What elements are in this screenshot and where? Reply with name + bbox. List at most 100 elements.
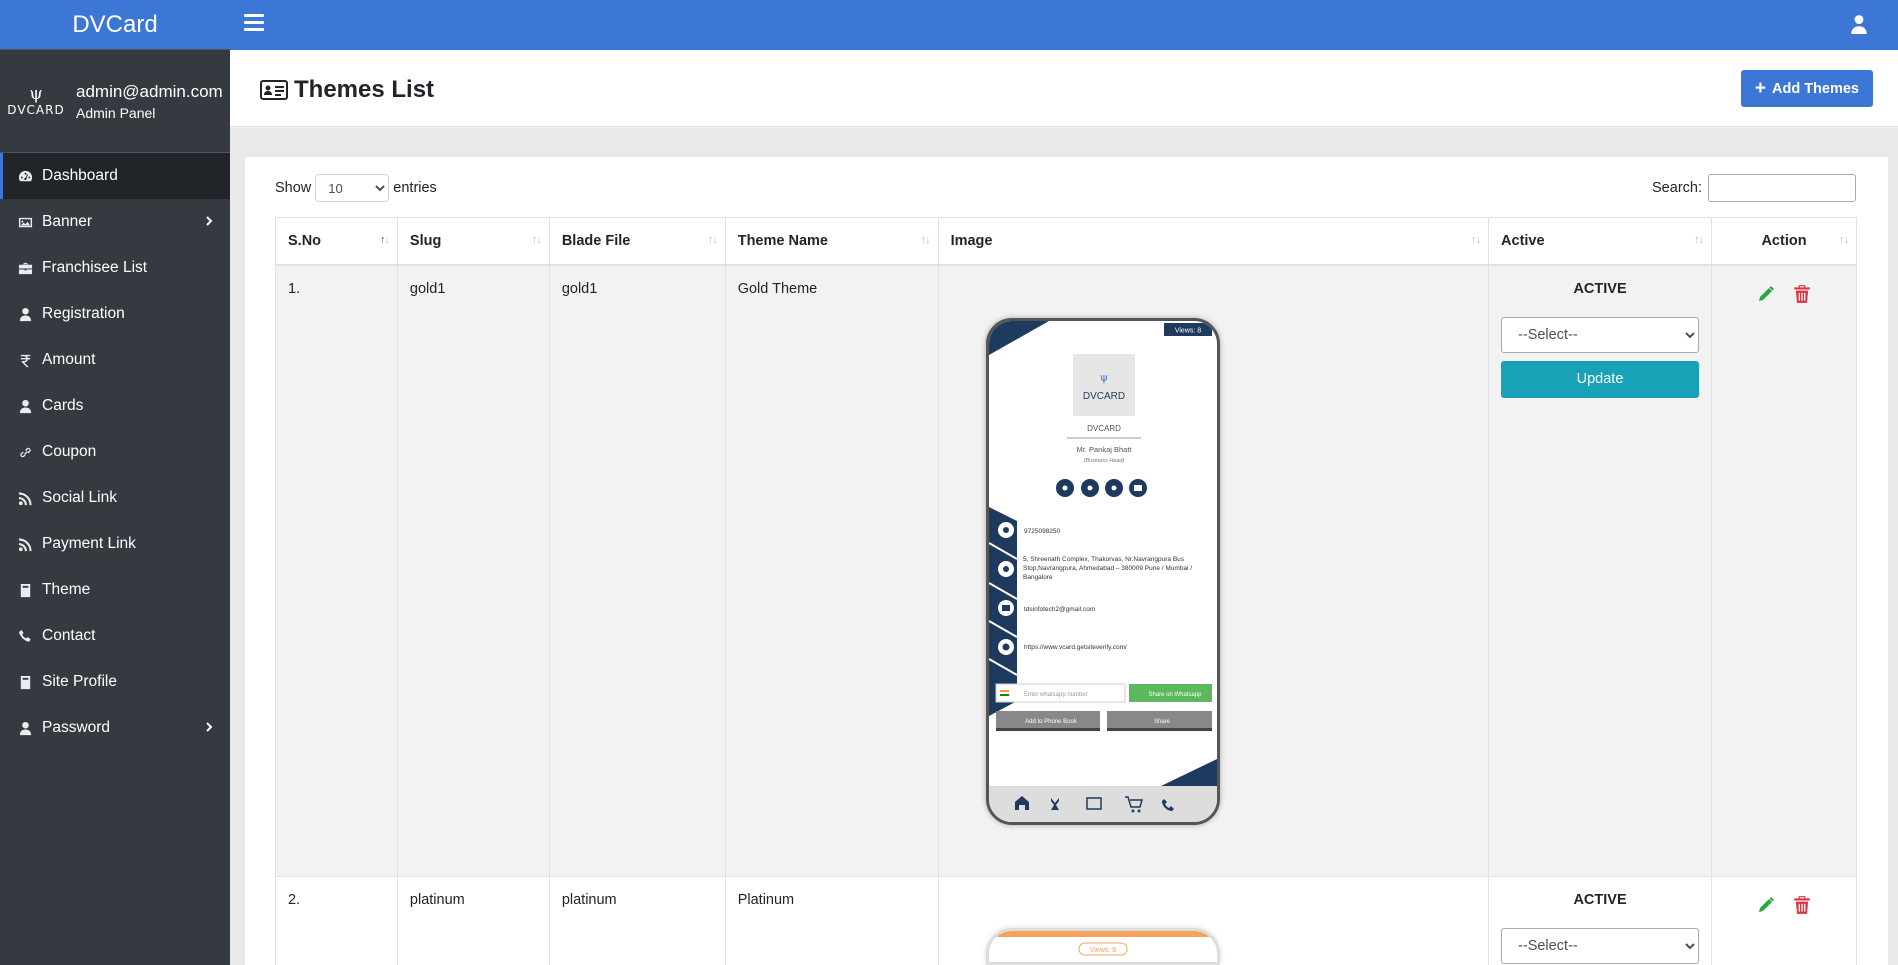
- brand-logo[interactable]: DVCard: [0, 0, 230, 50]
- sidebar-item-cards[interactable]: Cards: [0, 383, 230, 429]
- column-header-action[interactable]: Action ↑↓: [1711, 217, 1857, 266]
- phone-icon: [18, 629, 42, 644]
- show-label: Show: [275, 180, 312, 196]
- column-header-active[interactable]: Active ↑↓: [1488, 217, 1713, 266]
- edit-pencil-icon[interactable]: [1757, 895, 1775, 919]
- status-badge: ACTIVE: [1573, 280, 1627, 297]
- views-badge: Views: 8: [1090, 947, 1116, 954]
- column-header-sno[interactable]: S.No ↑↓: [275, 217, 398, 266]
- sidebar-item-contact[interactable]: Contact: [0, 613, 230, 659]
- entries-label: entries: [393, 180, 437, 196]
- content-header: Themes List + Add Themes: [230, 50, 1898, 127]
- search-control: Search:: [1652, 174, 1856, 202]
- delete-trash-icon[interactable]: [1793, 284, 1811, 308]
- chevron-right-icon: [202, 720, 216, 734]
- user-menu-icon[interactable]: [1850, 14, 1870, 36]
- card-phone: 9725098250: [1024, 528, 1061, 535]
- theme-preview-image: Views: 8: [986, 928, 1220, 965]
- update-button[interactable]: Update: [1501, 360, 1700, 398]
- page-size-control: Show 10 entries: [275, 174, 437, 202]
- add-phonebook-button: Add to Phone Book: [1025, 719, 1078, 725]
- vcard-preview-graphic: Views: 8 ψ DVCARD DVCARD Mr. Pankaj Bhat…: [989, 321, 1217, 822]
- cell-sno: 2.: [275, 876, 398, 965]
- top-navbar: [230, 0, 1898, 50]
- sort-asc-icon: ↑↓: [379, 234, 390, 246]
- cell-theme-name: Gold Theme: [724, 264, 939, 877]
- column-label: Action: [1761, 232, 1807, 249]
- card-logo-mark: ψ: [1100, 371, 1109, 384]
- search-label: Search:: [1652, 180, 1702, 196]
- column-header-slug[interactable]: Slug ↑↓: [396, 217, 550, 266]
- sidebar-item-theme[interactable]: Theme: [0, 567, 230, 613]
- sidebar-item-label: Registration: [42, 305, 125, 322]
- card-person-title: (Business Head): [1084, 458, 1125, 464]
- sidebar-item-social-link[interactable]: Social Link: [0, 475, 230, 521]
- edit-pencil-icon[interactable]: [1757, 284, 1775, 308]
- delete-trash-icon[interactable]: [1793, 895, 1811, 919]
- sidebar-item-label: Coupon: [42, 443, 97, 460]
- sidebar-item-label: Banner: [42, 213, 92, 230]
- sidebar-item-label: Site Profile: [42, 673, 117, 690]
- sidebar-item-payment-link[interactable]: Payment Link: [0, 521, 230, 567]
- rss-icon: [18, 537, 42, 552]
- status-select[interactable]: --Select--: [1501, 928, 1700, 964]
- sidebar: DVCard ψ DVCARD admin@admin.com Admin Pa…: [0, 0, 230, 965]
- column-header-theme-name[interactable]: Theme Name ↑↓: [724, 217, 939, 266]
- column-header-image[interactable]: Image ↑↓: [937, 217, 1490, 266]
- id-card-icon: [260, 80, 288, 100]
- cell-slug: gold1: [396, 264, 550, 877]
- sidebar-item-banner[interactable]: Banner: [0, 199, 230, 245]
- whatsapp-share-button: Share on Whatsapp: [1148, 692, 1202, 698]
- image-icon: [18, 215, 42, 230]
- sidebar-item-dashboard[interactable]: Dashboard: [0, 153, 230, 199]
- cell-slug: platinum: [396, 876, 550, 965]
- column-header-blade-file[interactable]: Blade File ↑↓: [548, 217, 726, 266]
- logo-mark: ψ: [29, 84, 43, 104]
- column-label: Theme Name: [737, 232, 828, 249]
- search-input[interactable]: [1708, 174, 1856, 202]
- card-address: 5, Shreenath Complex, Thakorvas, Nr.Navr…: [1023, 556, 1193, 581]
- add-themes-button[interactable]: + Add Themes: [1740, 70, 1873, 107]
- sidebar-item-franchisee-list[interactable]: Franchisee List: [0, 245, 230, 291]
- column-label: Image: [950, 232, 993, 249]
- whatsapp-input-placeholder: Enter whatsapp number: [1024, 692, 1088, 698]
- dashboard-icon: [18, 169, 42, 184]
- user-email[interactable]: admin@admin.com: [76, 82, 223, 102]
- user-panel: ψ DVCARD admin@admin.com Admin Panel: [0, 50, 230, 153]
- menu-toggle-icon[interactable]: [244, 14, 264, 34]
- status-select[interactable]: --Select--: [1501, 316, 1700, 353]
- user-icon: [18, 307, 42, 322]
- dvcard-logo-icon: ψ DVCARD: [7, 81, 63, 121]
- sort-icon: ↑↓: [1694, 234, 1704, 246]
- briefcase-icon: [18, 261, 42, 276]
- sort-icon: ↑↓: [1471, 234, 1481, 246]
- rupee-icon: [18, 353, 42, 368]
- user-icon: [18, 721, 42, 736]
- page-size-select[interactable]: 10: [315, 174, 390, 202]
- sidebar-nav: Dashboard Banner Franchisee List Registr…: [0, 153, 230, 751]
- cell-active: ACTIVE --Select-- Update: [1488, 264, 1713, 877]
- theme-preview-image: Views: 8 ψ DVCARD DVCARD Mr. Pankaj Bhat…: [986, 318, 1220, 825]
- cell-blade-file: gold1: [548, 264, 726, 877]
- column-label: S.No: [288, 232, 322, 249]
- views-badge: Views: 8: [1175, 328, 1201, 335]
- sidebar-item-amount[interactable]: Amount: [0, 337, 230, 383]
- sidebar-item-password[interactable]: Password: [0, 705, 230, 751]
- sidebar-item-registration[interactable]: Registration: [0, 291, 230, 337]
- sidebar-item-coupon[interactable]: Coupon: [0, 429, 230, 475]
- card-company: DVCARD: [1087, 424, 1121, 433]
- cell-action: [1711, 264, 1857, 877]
- logo-text: DVCARD: [7, 103, 65, 117]
- book-icon: [18, 675, 42, 690]
- sidebar-item-label: Theme: [42, 581, 91, 598]
- cell-sno: 1.: [275, 264, 398, 877]
- add-themes-label: Add Themes: [1771, 80, 1859, 97]
- card-person-name: Mr. Pankaj Bhatt: [1076, 445, 1132, 454]
- sort-icon: ↑↓: [707, 234, 718, 246]
- card-website: https://www.vcard.getsiteverify.com/: [1024, 644, 1127, 651]
- sidebar-item-site-profile[interactable]: Site Profile: [0, 659, 230, 705]
- column-label: Slug: [409, 232, 442, 249]
- cell-action: [1711, 876, 1857, 965]
- sidebar-item-label: Password: [42, 719, 111, 736]
- book-icon: [18, 583, 42, 598]
